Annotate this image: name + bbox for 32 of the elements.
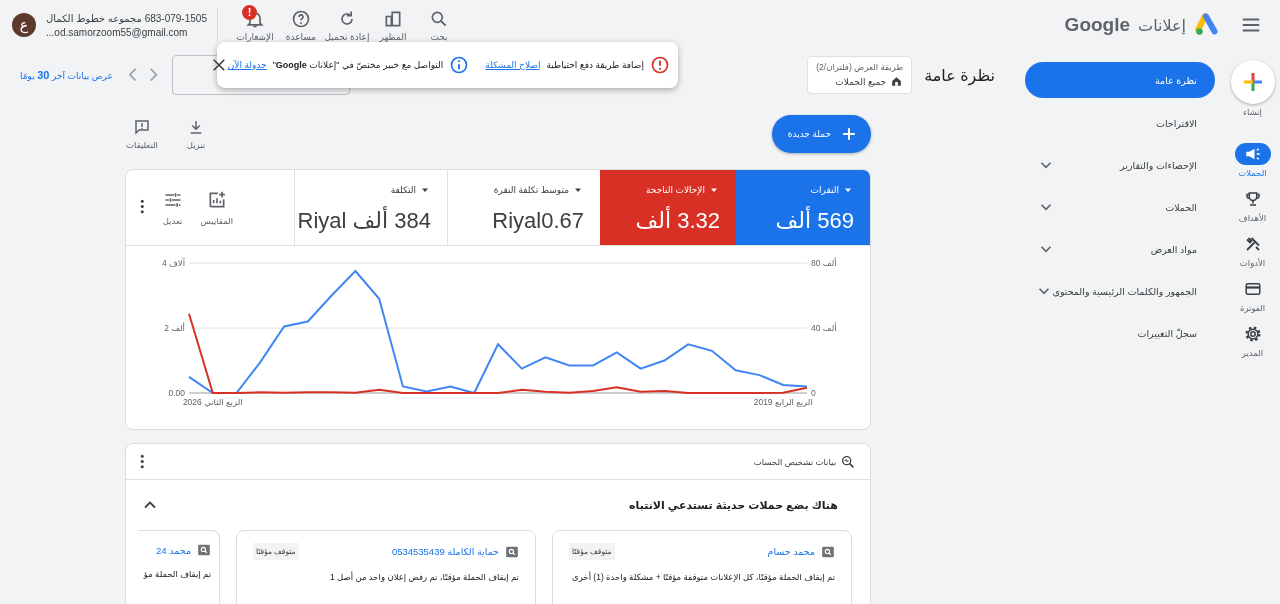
- section-heading: هناك بضع حملات حديثة تستدعي الانتباه: [629, 498, 838, 512]
- account-email: ...od.samorzoom55@gmail.com: [46, 26, 189, 38]
- brand-name: Google: [1064, 14, 1131, 36]
- campaign-name: محمد حسام: [767, 546, 815, 557]
- y-axis-label: 80 ألف: [811, 258, 837, 268]
- campaign-name: محمد 24: [156, 544, 191, 556]
- metric-value: 569 ألف: [775, 208, 854, 234]
- metric-label: متوسط تكلفة النقرة: [493, 185, 569, 195]
- campaign-message: تم إيقاف الحملة مؤقتًا، كل الإعلانات متوقفة مؤقتًا + مشكلة واحدة (1) أخرى: [571, 572, 835, 582]
- diagnostics-label: بيانات تشخيص الحساب: [753, 456, 836, 467]
- metric-label: النقرات: [810, 185, 839, 195]
- page-title: نظرة عامة: [924, 65, 995, 85]
- y-axis-label: 0.00: [168, 388, 185, 398]
- y-axis-label: 2 ألف: [164, 323, 185, 333]
- x-axis-label: الربع الرابع 2019: [753, 397, 813, 407]
- metric-value: 3.32 ألف: [635, 208, 720, 234]
- metric-label: الإحالات الناجحة: [646, 185, 705, 195]
- campaign-message: تم إيقاف الحملة مؤقتًا، تم رفض إعلان واحد من أصل 1: [329, 572, 519, 582]
- y-axis-label: 40 ألف: [811, 323, 837, 333]
- metric-label: التكلفة: [390, 185, 416, 195]
- avatar: ع: [12, 13, 36, 37]
- x-axis-label: الربع الثاني 2026: [182, 397, 243, 407]
- campaign-message: تم إيقاف الحملة مؤ: [142, 569, 211, 579]
- y-axis-label: 0: [811, 388, 816, 398]
- metric-value: 384 ألف Riyal: [297, 208, 431, 234]
- metric-value: Riyal0.67: [492, 208, 584, 234]
- alert-badge: !: [241, 4, 257, 20]
- product-label: إعلانات: [1138, 15, 1186, 35]
- campaign-name: حماية الكاملة 0534535439: [391, 546, 499, 557]
- account-name: 683-079-1505 مجموعه خطوط الكمال: [46, 12, 207, 24]
- y-axis-label: 4 آلاف: [161, 258, 185, 268]
- notice-text: إضافة طريقة دفع احتياطية: [546, 60, 644, 70]
